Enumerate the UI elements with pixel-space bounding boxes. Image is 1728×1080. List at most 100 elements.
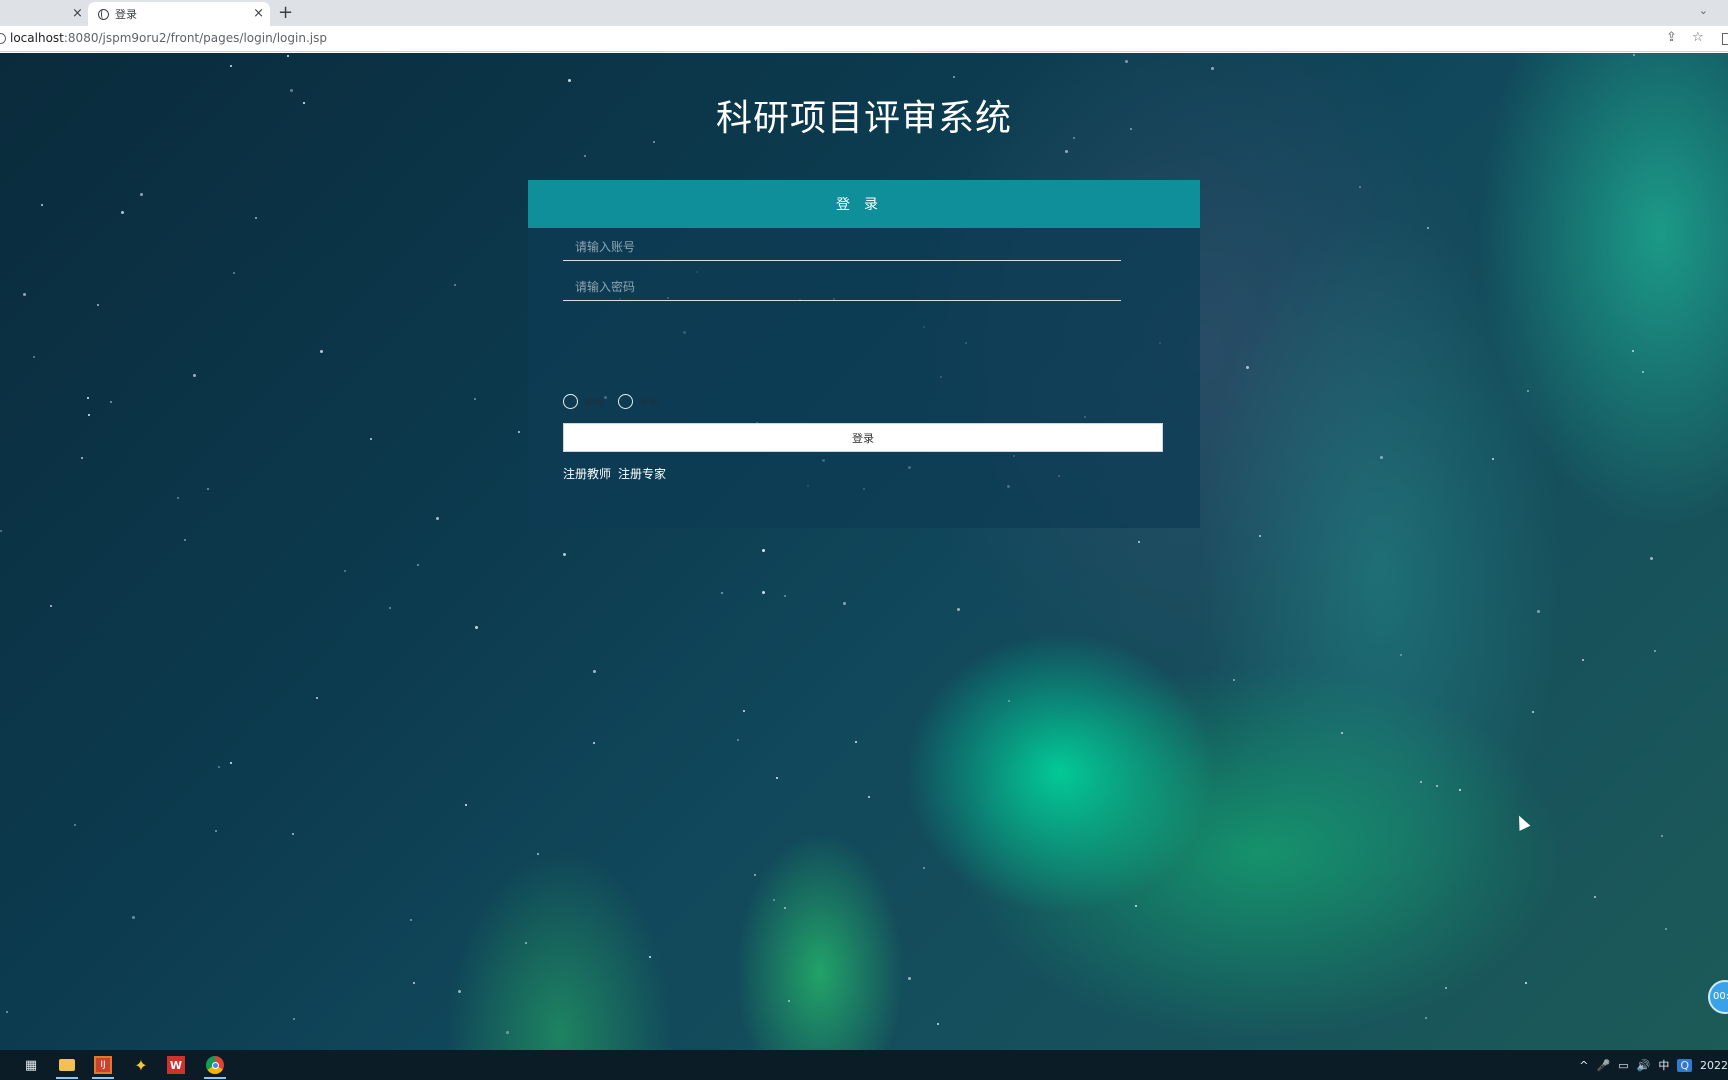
- star-dot: [140, 193, 143, 196]
- star-dot: [784, 595, 786, 597]
- intellij-idea-icon[interactable]: IJ: [94, 1056, 112, 1074]
- star-dot: [1665, 928, 1667, 930]
- star-dot: [518, 431, 520, 433]
- star-dot: [762, 591, 765, 594]
- password-input[interactable]: [563, 273, 1121, 301]
- ime-indicator[interactable]: 中: [1658, 1057, 1669, 1073]
- register-teacher-link[interactable]: 注册教师: [563, 465, 611, 482]
- file-explorer-icon[interactable]: [58, 1056, 76, 1074]
- star-dot: [784, 907, 786, 909]
- tab-close-icon[interactable]: ×: [253, 6, 264, 21]
- star-dot: [87, 397, 89, 399]
- star-dot: [207, 488, 209, 490]
- star-dot: [937, 1023, 939, 1025]
- star-dot: [843, 602, 846, 605]
- star-dot: [953, 76, 955, 78]
- bookmark-star-icon[interactable]: ☆: [1692, 30, 1704, 45]
- star-dot: [370, 438, 372, 440]
- star-dot: [1246, 366, 1249, 369]
- star-dot: [41, 204, 43, 206]
- tab-title: 登录: [115, 8, 137, 21]
- new-tab-button[interactable]: +: [278, 2, 293, 23]
- star-dot: [1642, 371, 1644, 373]
- star-dot: [653, 141, 655, 143]
- star-dot: [762, 549, 765, 552]
- star-dot: [1633, 54, 1635, 56]
- role-teacher-radio[interactable]: 教师: [563, 393, 604, 409]
- star-dot: [1125, 60, 1128, 63]
- star-dot: [132, 916, 135, 919]
- radio-circle-icon[interactable]: [618, 393, 633, 409]
- star-dot: [1233, 679, 1235, 681]
- star-dot: [776, 777, 778, 779]
- volume-icon[interactable]: 🔊: [1637, 1059, 1651, 1072]
- tab-close-icon[interactable]: ×: [72, 6, 83, 21]
- active-app-indicator: [92, 1077, 114, 1079]
- star-dot: [74, 824, 76, 826]
- site-info-icon[interactable]: [0, 33, 6, 44]
- star-dot: [344, 570, 346, 572]
- register-links: 注册教师 注册专家: [563, 465, 673, 482]
- network-icon[interactable]: ▭: [1618, 1059, 1628, 1072]
- star-dot: [537, 853, 539, 855]
- tab-search-icon[interactable]: ⌄: [1699, 4, 1708, 17]
- star-dot: [121, 211, 124, 214]
- active-app-indicator: [204, 1077, 226, 1079]
- star-dot: [177, 497, 179, 499]
- share-icon[interactable]: ⇪: [1666, 30, 1677, 45]
- mouse-cursor-icon: [1513, 813, 1531, 831]
- star-dot: [908, 977, 911, 980]
- star-dot: [743, 710, 745, 712]
- wps-icon[interactable]: W: [167, 1056, 185, 1074]
- star-dot: [563, 553, 566, 556]
- star-dot: [0, 530, 2, 532]
- microphone-icon[interactable]: 🎤: [1597, 1059, 1611, 1072]
- windows-taskbar: ▦ IJ ✦ W ^ 🎤 ▭ 🔊 中 Q 2022: [0, 1050, 1728, 1080]
- star-dot: [81, 457, 83, 459]
- side-panel-icon[interactable]: [1722, 33, 1728, 45]
- star-dot: [773, 899, 775, 901]
- star-dot: [1341, 732, 1343, 734]
- role-radio-group: 教师 专家: [563, 391, 673, 411]
- system-tray: ^ 🎤 ▭ 🔊 中 Q 2022: [1571, 1057, 1728, 1073]
- role-expert-radio[interactable]: 专家: [618, 393, 659, 409]
- star-dot: [410, 919, 412, 921]
- star-dot: [184, 539, 186, 541]
- task-view-icon[interactable]: ▦: [22, 1056, 40, 1074]
- star-dot: [1427, 227, 1429, 229]
- clock[interactable]: 2022: [1700, 1059, 1728, 1072]
- star-dot: [593, 670, 596, 673]
- browser-tab-previous[interactable]: ×: [0, 2, 88, 26]
- star-dot: [1537, 610, 1540, 613]
- star-dot: [458, 990, 461, 993]
- star-dot: [593, 742, 595, 744]
- tray-expand-icon[interactable]: ^: [1579, 1059, 1588, 1072]
- url-text[interactable]: localhost:8080/jspm9oru2/front/pages/log…: [10, 31, 327, 45]
- radio-circle-icon[interactable]: [563, 393, 578, 409]
- role-label: 专家: [639, 397, 659, 409]
- star-dot: [1359, 186, 1361, 188]
- chrome-icon[interactable]: [206, 1056, 224, 1074]
- browser-tab-login[interactable]: 登录 ×: [88, 2, 270, 26]
- star-dot: [1492, 458, 1494, 460]
- star-dot: [292, 833, 294, 835]
- star-dot: [1532, 711, 1534, 713]
- star-dot: [1525, 982, 1527, 984]
- star-dot: [454, 284, 456, 286]
- star-dot: [1459, 789, 1461, 791]
- register-expert-link[interactable]: 注册专家: [618, 465, 666, 482]
- star-dot: [1065, 150, 1068, 153]
- recording-timer-badge[interactable]: 00:: [1708, 980, 1728, 1014]
- star-dot: [1582, 659, 1584, 661]
- login-button[interactable]: 登录: [563, 423, 1163, 452]
- star-dot: [1594, 896, 1596, 898]
- star-dot: [218, 766, 220, 768]
- star-dot: [506, 1031, 509, 1034]
- app-icon[interactable]: ✦: [132, 1056, 150, 1075]
- star-dot: [788, 1000, 790, 1002]
- qq-tray-icon[interactable]: Q: [1677, 1058, 1692, 1072]
- account-input[interactable]: [563, 233, 1121, 261]
- address-bar[interactable]: localhost:8080/jspm9oru2/front/pages/log…: [0, 26, 1728, 52]
- star-dot: [1527, 390, 1529, 392]
- star-dot: [1380, 456, 1383, 459]
